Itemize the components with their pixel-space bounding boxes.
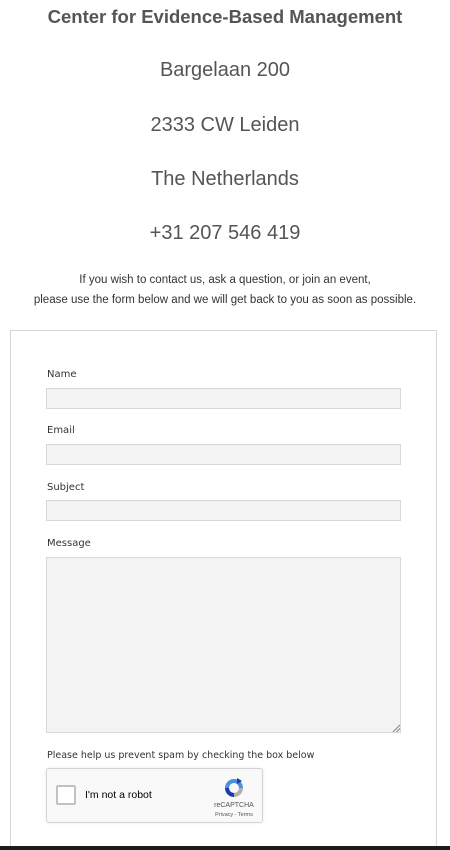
address-city: 2333 CW Leiden: [150, 114, 300, 136]
spam-note: Please help us prevent spam by checking …: [47, 750, 315, 761]
recaptcha-widget: I'm not a robot reCAPTCHA Privacy - Term…: [46, 768, 263, 823]
resize-grip-icon[interactable]: [392, 724, 400, 732]
subject-input[interactable]: [46, 500, 401, 521]
contact-form: Name Email Subject Message Please help u…: [10, 330, 437, 850]
recaptcha-logo-icon: [225, 778, 243, 797]
email-label: Email: [47, 425, 75, 436]
phone-number: +31 207 546 419: [149, 222, 301, 244]
recaptcha-terms-link[interactable]: Privacy - Terms: [207, 812, 261, 818]
intro-text-line-1: If you wish to contact us, ask a questio…: [79, 274, 371, 286]
address-country: The Netherlands: [151, 168, 299, 190]
recaptcha-checkbox[interactable]: [56, 785, 76, 805]
email-input[interactable]: [46, 444, 401, 465]
subject-label: Subject: [47, 482, 85, 493]
address-street: Bargelaan 200: [159, 59, 291, 81]
recaptcha-brand: reCAPTCHA: [214, 802, 254, 809]
name-label: Name: [47, 369, 77, 380]
message-label: Message: [47, 538, 91, 549]
recaptcha-label: I'm not a robot: [85, 789, 152, 801]
org-title: Center for Evidence-Based Management: [47, 6, 403, 27]
intro-text-line-2: please use the form below and we will ge…: [33, 294, 417, 306]
name-input[interactable]: [46, 388, 401, 409]
bottom-edge-bar: [0, 846, 450, 850]
message-textarea[interactable]: [46, 557, 401, 733]
